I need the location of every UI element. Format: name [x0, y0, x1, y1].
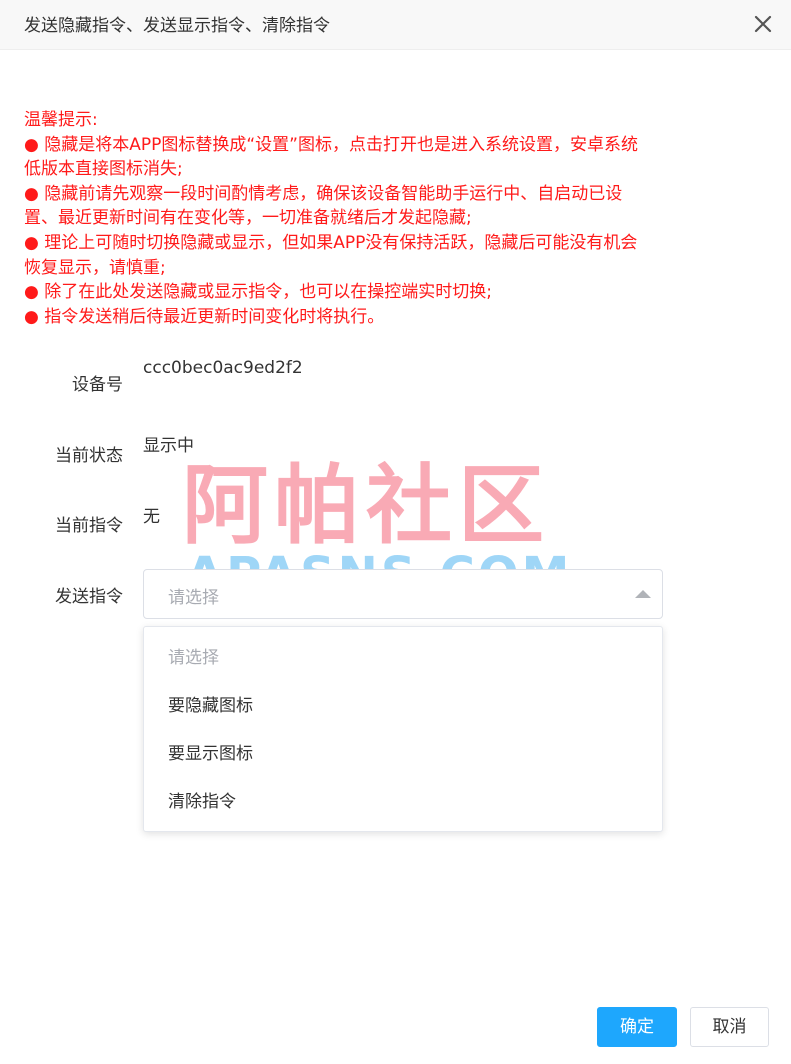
- option-clear-command[interactable]: 清除指令: [144, 778, 662, 826]
- watermark-cn: 阿帕社区: [182, 456, 550, 556]
- current-status-label: 当前状态: [55, 446, 123, 466]
- device-id-label: 设备号: [72, 375, 123, 395]
- current-command-label: 当前指令: [55, 516, 123, 536]
- notice-item: ● 理论上可随时切换隐藏或显示，但如果APP没有保持活跃，隐藏后可能没有机会恢复…: [24, 232, 638, 278]
- option-show-icon[interactable]: 要显示图标: [144, 730, 662, 778]
- notice-heading: 温馨提示:: [24, 110, 98, 130]
- current-command-value: 无: [143, 507, 160, 527]
- notice-item: ● 隐藏前请先观察一段时间酌情考虑，确保该设备智能助手运行中、自启动已设置、最近…: [24, 183, 623, 229]
- send-command-label: 发送指令: [55, 587, 123, 607]
- device-id-value: ccc0bec0ac9ed2f2: [143, 358, 303, 378]
- close-icon[interactable]: [752, 13, 774, 35]
- current-status-value: 显示中: [143, 436, 194, 456]
- notice-item: ● 隐藏是将本APP图标替换成“设置”图标，点击打开也是进入系统设置，安卓系统低…: [24, 134, 638, 180]
- dialog-header: 发送隐藏指令、发送显示指令、清除指令: [0, 0, 791, 50]
- warning-notice: 温馨提示: ● 隐藏是将本APP图标替换成“设置”图标，点击打开也是进入系统设置…: [24, 108, 644, 329]
- notice-item: ● 除了在此处发送隐藏或显示指令，也可以在操控端实时切换;: [24, 282, 492, 303]
- confirm-button[interactable]: 确定: [597, 1007, 677, 1047]
- dialog-title: 发送隐藏指令、发送显示指令、清除指令: [24, 16, 330, 36]
- chevron-up-icon: [635, 590, 651, 598]
- notice-item: ● 指令发送稍后待最近更新时间变化时将执行。: [24, 306, 385, 327]
- option-placeholder[interactable]: 请选择: [144, 634, 662, 682]
- select-placeholder: 请选择: [168, 588, 219, 608]
- command-dropdown: 请选择 要隐藏图标 要显示图标 清除指令: [143, 626, 663, 832]
- command-select[interactable]: 请选择: [143, 569, 663, 619]
- cancel-button[interactable]: 取消: [690, 1007, 769, 1047]
- option-hide-icon[interactable]: 要隐藏图标: [144, 682, 662, 730]
